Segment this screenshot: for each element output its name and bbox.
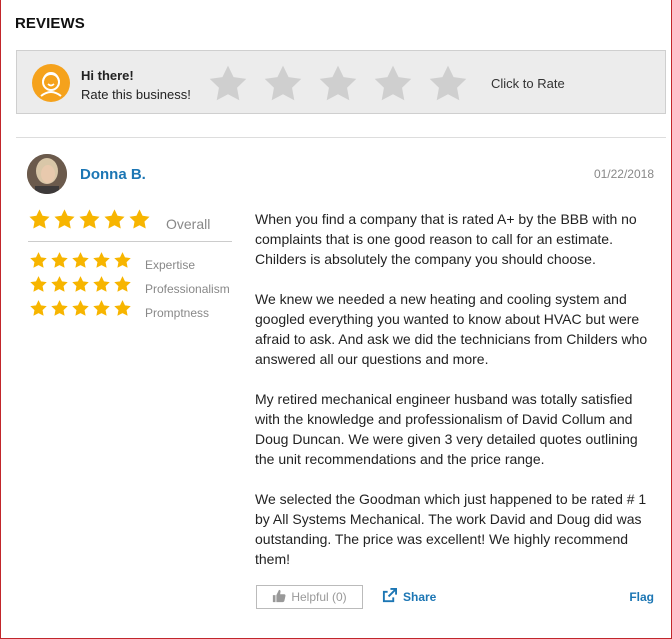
empty-star-icon[interactable] bbox=[207, 63, 249, 103]
review-body: When you find a company that is rated A+… bbox=[255, 209, 655, 589]
star-icon bbox=[104, 209, 125, 229]
thumbs-up-icon bbox=[272, 589, 286, 606]
divider bbox=[16, 137, 666, 138]
star-icon bbox=[72, 252, 89, 268]
empty-star-icon[interactable] bbox=[317, 63, 359, 103]
section-title: REVIEWS bbox=[15, 15, 85, 32]
greeting-text: Hi there! bbox=[81, 68, 134, 83]
star-icon bbox=[72, 276, 89, 292]
star-icon bbox=[54, 209, 75, 229]
star-icon bbox=[72, 300, 89, 316]
star-icon bbox=[93, 252, 110, 268]
star-icon bbox=[51, 300, 68, 316]
star-icon bbox=[30, 252, 47, 268]
review-paragraph: We knew we needed a new heating and cool… bbox=[255, 291, 648, 367]
review-paragraph: When you find a company that is rated A+… bbox=[255, 211, 637, 267]
empty-star-icon[interactable] bbox=[372, 63, 414, 103]
star-icon bbox=[30, 276, 47, 292]
star-icon bbox=[29, 209, 50, 229]
empty-star-icon[interactable] bbox=[427, 63, 469, 103]
empty-star-icon[interactable] bbox=[262, 63, 304, 103]
share-label: Share bbox=[403, 590, 437, 604]
expertise-label: Expertise bbox=[145, 258, 196, 272]
star-icon bbox=[129, 209, 150, 229]
reviewer-avatar bbox=[27, 154, 67, 194]
overall-label: Overall bbox=[166, 216, 211, 232]
expertise-stars bbox=[29, 251, 132, 269]
share-button[interactable]: Share bbox=[382, 588, 436, 606]
helpful-label: Helpful (0) bbox=[291, 590, 347, 604]
overall-rating-stars bbox=[28, 208, 151, 230]
reviewer-name[interactable]: Donna B. bbox=[80, 166, 146, 183]
professionalism-stars bbox=[29, 275, 132, 293]
review-date: 01/22/2018 bbox=[593, 167, 654, 181]
star-icon bbox=[79, 209, 100, 229]
share-icon bbox=[382, 588, 397, 606]
rating-divider bbox=[28, 241, 232, 242]
review-paragraph: We selected the Goodman which just happe… bbox=[255, 491, 647, 567]
star-icon bbox=[93, 276, 110, 292]
rating-stars-input[interactable] bbox=[207, 63, 469, 105]
promptness-stars bbox=[29, 299, 132, 317]
helpful-button[interactable]: Helpful (0) bbox=[256, 585, 363, 609]
star-icon bbox=[30, 300, 47, 316]
professionalism-label: Professionalism bbox=[145, 282, 230, 296]
star-icon bbox=[114, 300, 131, 316]
user-avatar-icon bbox=[32, 64, 70, 102]
star-icon bbox=[51, 276, 68, 292]
rate-business-box: Hi there! Rate this business! Click to R… bbox=[16, 50, 666, 114]
star-icon bbox=[93, 300, 110, 316]
rate-prompt-text: Rate this business! bbox=[81, 87, 191, 102]
review-paragraph: My retired mechanical engineer husband w… bbox=[255, 391, 638, 467]
flag-link[interactable]: Flag bbox=[629, 590, 654, 604]
star-icon bbox=[114, 252, 131, 268]
promptness-label: Promptness bbox=[145, 306, 210, 320]
star-icon bbox=[51, 252, 68, 268]
click-to-rate-label[interactable]: Click to Rate bbox=[491, 76, 565, 91]
star-icon bbox=[114, 276, 131, 292]
